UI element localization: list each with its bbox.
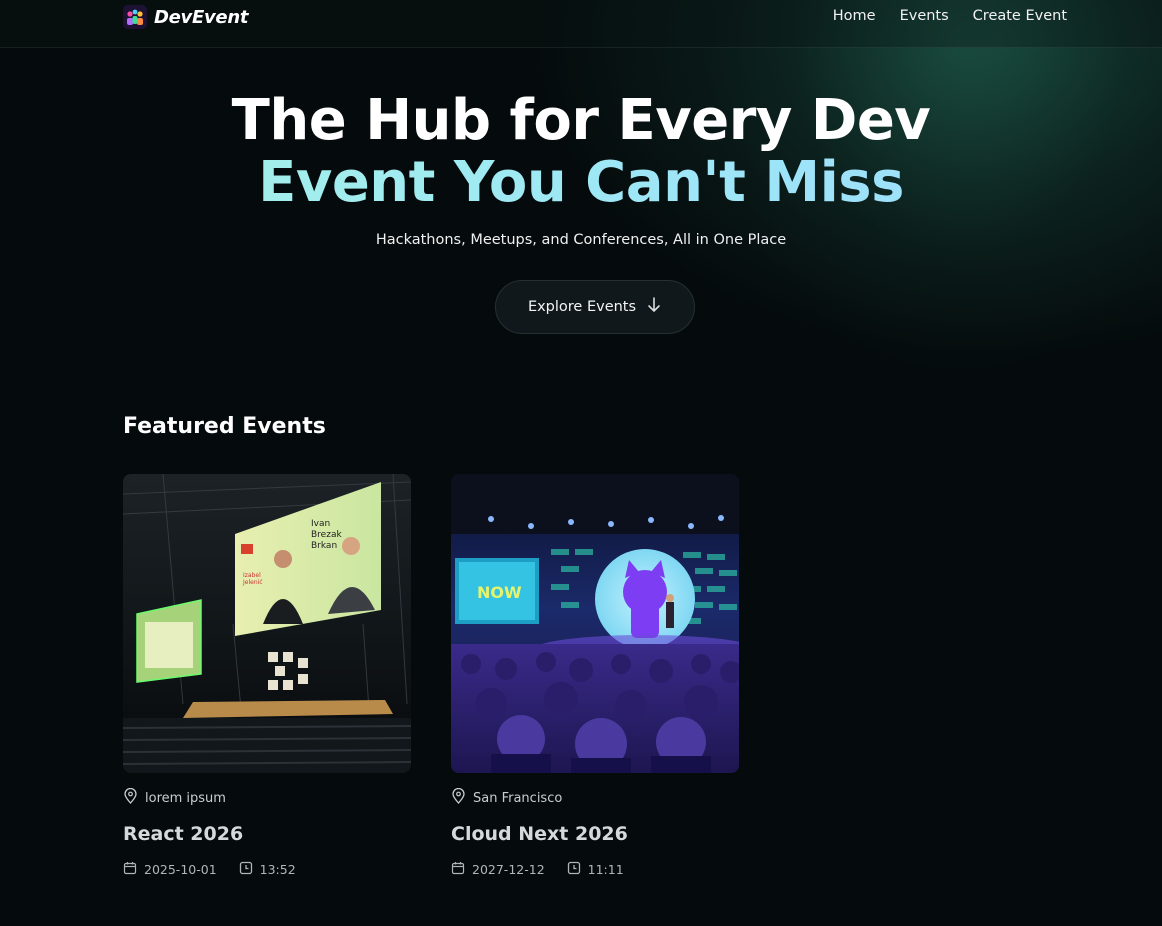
hero-title-line2: Event You Can't Miss xyxy=(0,152,1162,214)
event-time: 11:11 xyxy=(587,862,624,877)
arrow-down-icon xyxy=(646,296,662,318)
event-card[interactable]: NOW San Francisco Cloud Next 2026 2027-1… xyxy=(451,474,739,878)
screen-text-brezak: Brezak xyxy=(311,530,342,540)
screen-text-ivan: Ivan xyxy=(311,519,330,529)
hero-title: The Hub for Every Dev Event You Can't Mi… xyxy=(0,90,1162,214)
nav-events-link[interactable]: Events xyxy=(900,8,949,24)
screen-text-brkan: Brkan xyxy=(311,541,337,551)
clock-icon xyxy=(567,861,581,878)
event-location: lorem ipsum xyxy=(123,787,411,808)
nav-home-link[interactable]: Home xyxy=(833,8,876,24)
top-navbar: DevEvent Home Events Create Event xyxy=(0,0,1162,48)
event-time: 13:52 xyxy=(259,862,296,877)
event-card[interactable]: Ivan Brezak Brkan Izabel Jelenić lorem i… xyxy=(123,474,411,878)
nav-create-event-link[interactable]: Create Event xyxy=(973,8,1067,24)
main-nav: Home Events Create Event xyxy=(833,8,1067,24)
brand-name: DevEvent xyxy=(154,6,249,28)
featured-events-title: Featured Events xyxy=(123,414,326,439)
hero-title-line1: The Hub for Every Dev xyxy=(231,88,931,153)
brand[interactable]: DevEvent xyxy=(123,4,248,30)
location-pin-icon xyxy=(123,787,138,808)
event-date: 2025-10-01 xyxy=(144,862,217,877)
event-location-text: lorem ipsum xyxy=(145,790,226,806)
screen-text-now: NOW xyxy=(477,583,522,602)
event-title[interactable]: React 2026 xyxy=(123,823,411,845)
hero-subtitle: Hackathons, Meetups, and Conferences, Al… xyxy=(375,232,787,248)
event-image[interactable]: Ivan Brezak Brkan Izabel Jelenić xyxy=(123,474,411,773)
location-pin-icon xyxy=(451,787,466,808)
event-location: San Francisco xyxy=(451,787,739,808)
calendar-icon xyxy=(123,861,137,878)
event-image[interactable]: NOW xyxy=(451,474,739,773)
screen-text-jelenic: Jelenić xyxy=(242,579,263,586)
screen-text-izabel: Izabel xyxy=(243,572,261,579)
event-meta: 2025-10-01 13:52 xyxy=(123,861,411,878)
event-title[interactable]: Cloud Next 2026 xyxy=(451,823,739,845)
clock-icon xyxy=(239,861,253,878)
event-location-text: San Francisco xyxy=(473,790,563,806)
event-date: 2027-12-12 xyxy=(472,862,545,877)
explore-events-button[interactable]: Explore Events xyxy=(495,280,695,334)
event-meta: 2027-12-12 11:11 xyxy=(451,861,739,878)
calendar-icon xyxy=(451,861,465,878)
explore-events-label: Explore Events xyxy=(527,299,637,315)
people-logo-icon xyxy=(123,5,147,29)
